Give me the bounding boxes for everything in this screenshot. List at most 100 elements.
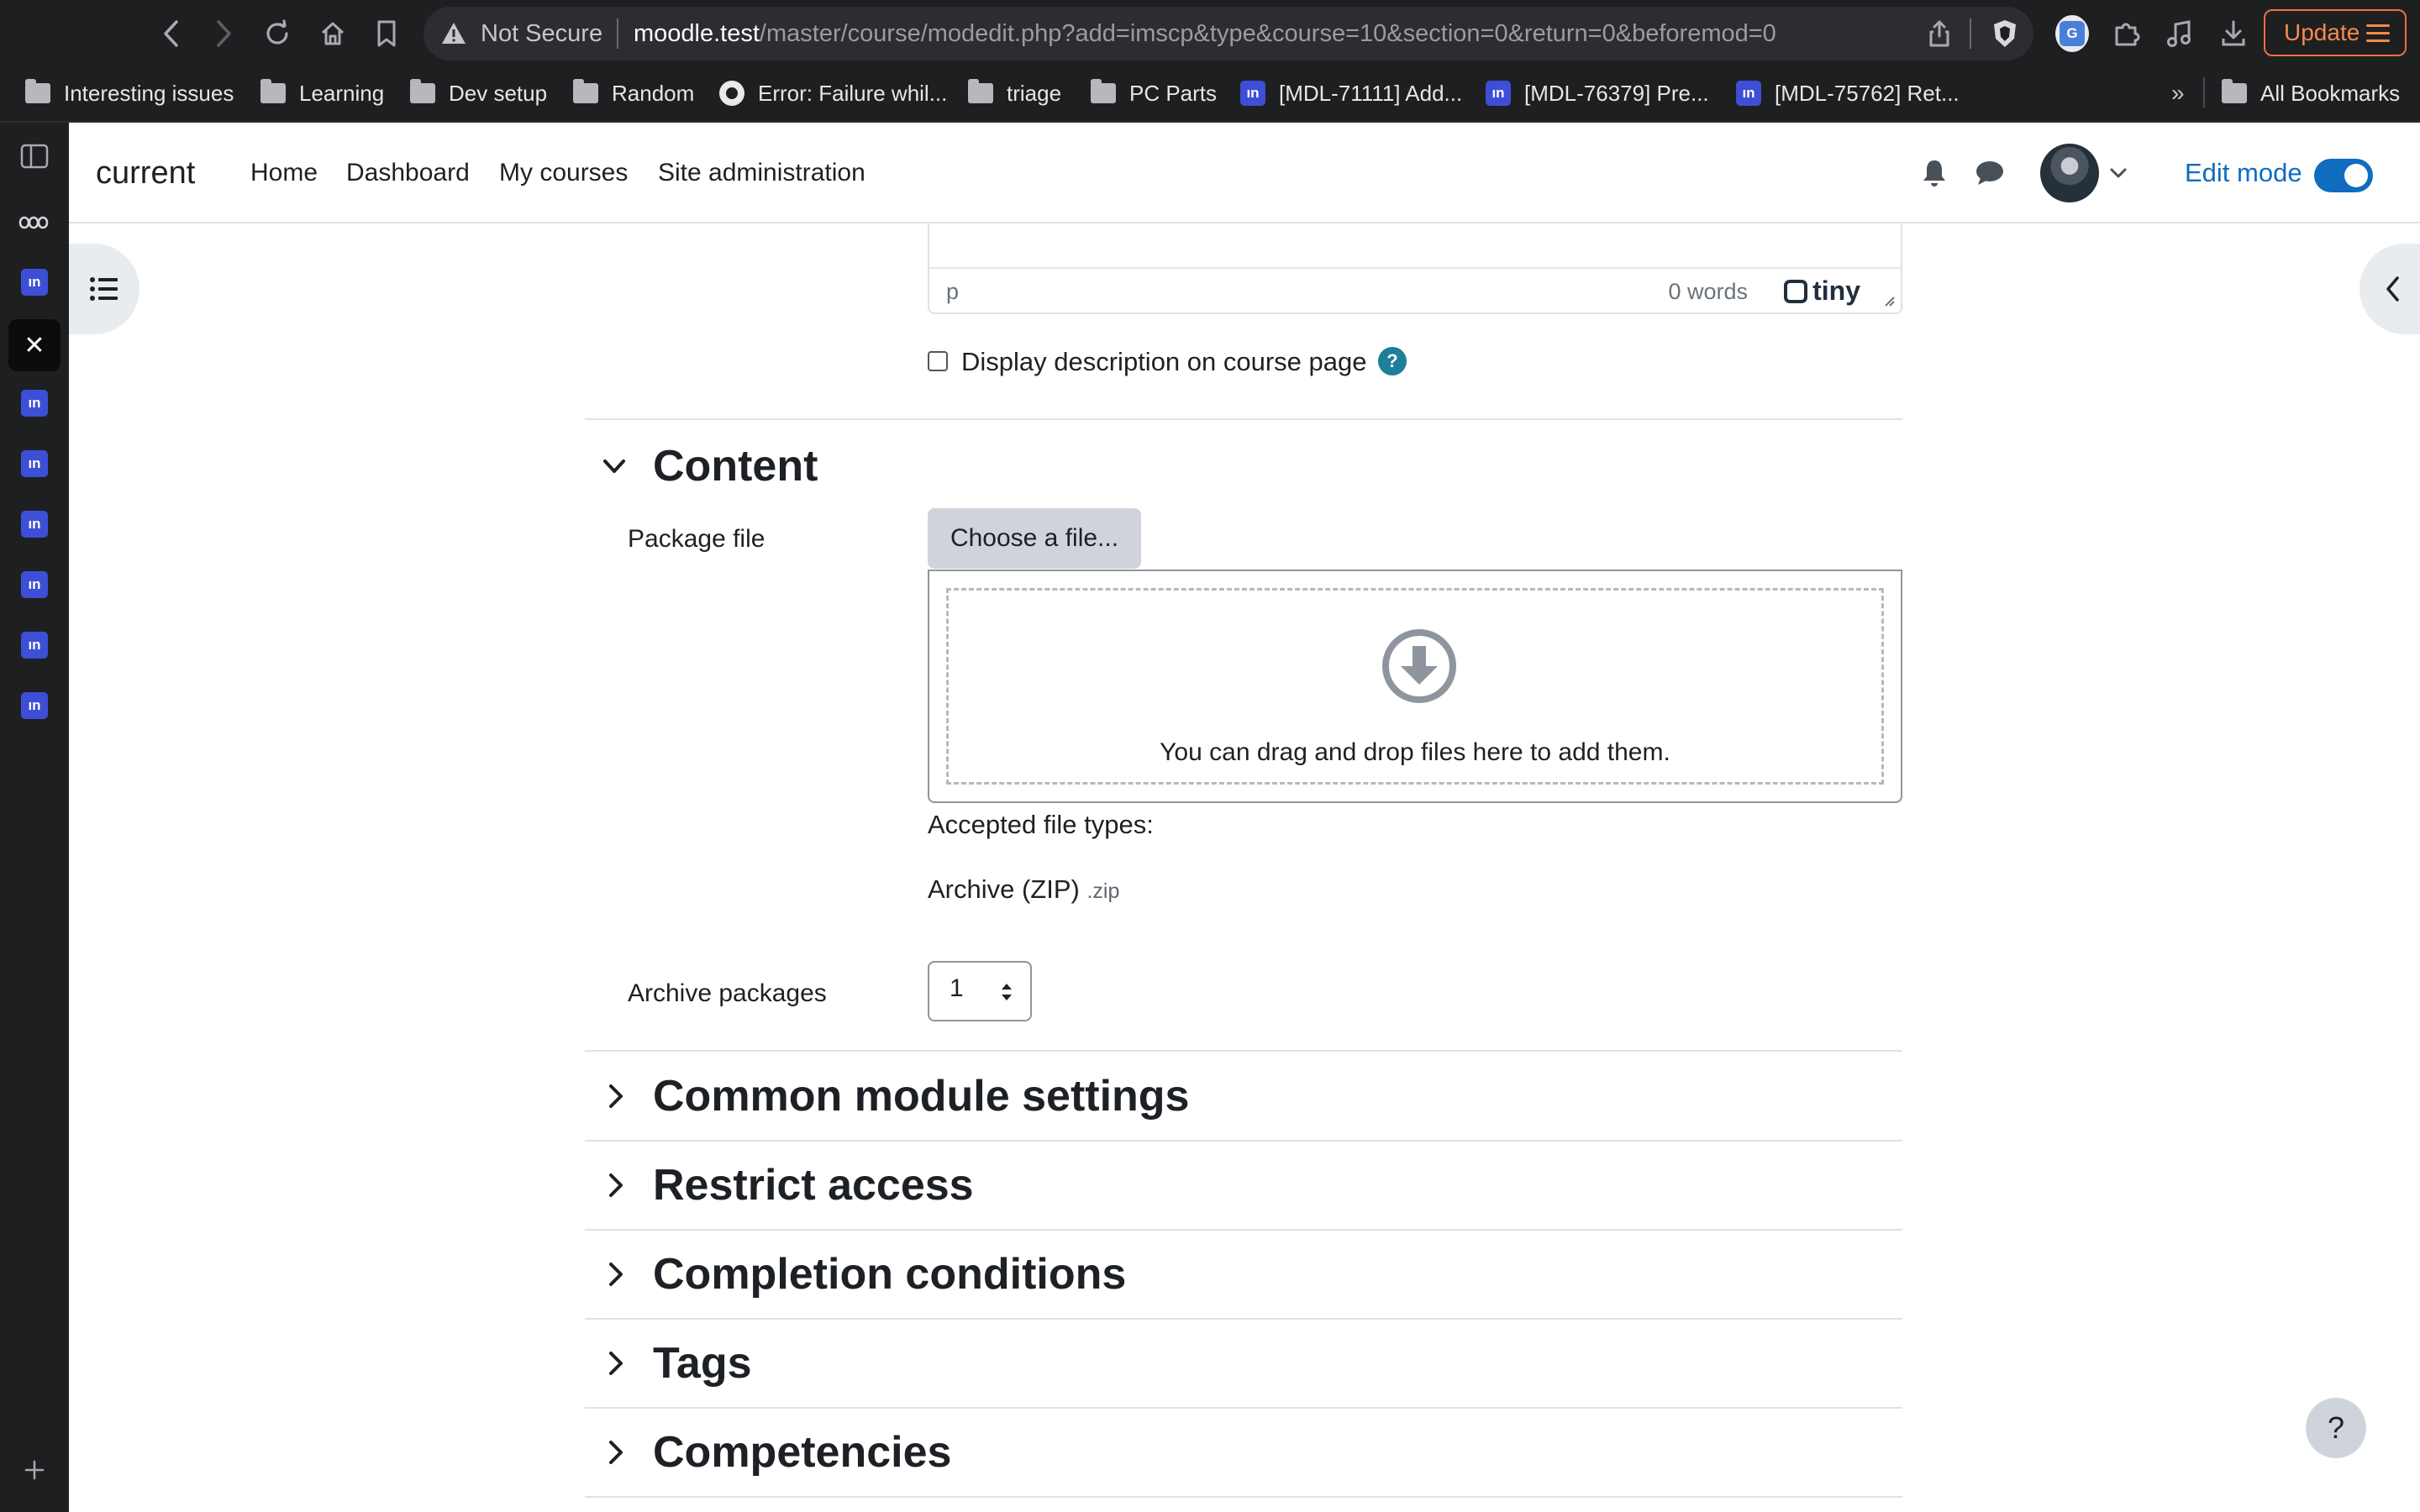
add-icon[interactable] (18, 1453, 51, 1487)
bookmark-label: Learning (299, 80, 385, 106)
bookmarks-divider (2203, 77, 2205, 108)
home-icon[interactable] (314, 15, 351, 52)
section-title-common-module-settings[interactable]: Common module settings (653, 1070, 1189, 1122)
bookmark-item[interactable]: Dev setup (410, 76, 547, 111)
all-bookmarks[interactable]: All Bookmarks (2222, 76, 2400, 111)
help-icon[interactable]: ? (1378, 347, 1407, 375)
file-dropzone[interactable]: You can drag and drop files here to add … (928, 570, 1902, 803)
nav-home[interactable]: Home (250, 156, 318, 190)
editor-element-path[interactable]: p (946, 279, 959, 305)
download-icon[interactable] (2217, 17, 2250, 50)
nav-my-courses[interactable]: My courses (499, 156, 628, 190)
accepted-type-extension: .zip (1086, 879, 1120, 903)
close-icon[interactable]: ✕ (8, 319, 60, 371)
forward-icon[interactable] (205, 15, 242, 52)
package-file-label: Package file (628, 525, 765, 553)
bookmark-item[interactable]: PC Parts (1091, 76, 1217, 111)
abc-news-icon[interactable] (18, 206, 51, 239)
brave-shield-icon[interactable] (1988, 17, 2022, 50)
not-secure-label[interactable]: Not Secure (481, 17, 602, 50)
chevron-right-icon[interactable] (602, 1171, 630, 1200)
choose-file-button[interactable]: Choose a file... (928, 508, 1141, 569)
block-drawer-toggle[interactable] (2360, 244, 2420, 334)
editor-word-count[interactable]: 0 words (1668, 279, 1748, 305)
bookmarks-overflow[interactable]: » (2171, 76, 2185, 111)
chevron-right-icon[interactable] (602, 1082, 630, 1110)
show-description-checkbox[interactable] (928, 351, 948, 371)
user-menu-chevron-down-icon[interactable] (2109, 166, 2128, 180)
moodle-icon[interactable]: ın (18, 689, 51, 722)
section-title-completion-conditions[interactable]: Completion conditions (653, 1248, 1126, 1300)
archive-select-value: 1 (950, 974, 964, 1002)
archive-packages-label: Archive packages (628, 979, 827, 1007)
messages-chat-icon[interactable] (1975, 160, 2008, 193)
nav-site-administration[interactable]: Site administration (658, 156, 865, 190)
moodle-icon[interactable]: ın (18, 507, 51, 541)
moodle-icon: ın (1240, 81, 1265, 106)
moodle-icon[interactable]: ın (18, 568, 51, 601)
toggle-knob (2344, 164, 2368, 187)
bookmark-item[interactable]: ın [MDL-75762] Ret... (1736, 76, 1960, 111)
bookmark-item[interactable]: Error: Failure whil... (719, 76, 947, 111)
extensions-icon[interactable] (2109, 17, 2143, 50)
translate-extension-icon[interactable]: G (2055, 15, 2089, 52)
select-arrows-icon (1002, 984, 1012, 1000)
tiny-brand: tiny (1812, 276, 1860, 306)
warning-icon[interactable] (439, 18, 469, 49)
site-name[interactable]: current (96, 151, 195, 195)
update-button[interactable]: Update (2264, 9, 2407, 56)
moodle-icon[interactable]: ın (18, 447, 51, 480)
bookmark-icon[interactable] (368, 15, 405, 52)
chevron-right-icon[interactable] (602, 1260, 630, 1289)
accepted-file-type: Archive (ZIP) .zip (928, 873, 1119, 908)
moodle-icon[interactable]: ın (18, 265, 51, 299)
bookmark-item[interactable]: Random (573, 76, 694, 111)
url-divider (617, 18, 618, 49)
moodle-icon[interactable]: ın (18, 628, 51, 662)
nav-dashboard[interactable]: Dashboard (346, 156, 470, 190)
bookmark-item[interactable]: ın [MDL-76379] Pre... (1486, 76, 1709, 111)
help-button[interactable]: ? (2306, 1398, 2366, 1458)
moodle-icon[interactable]: ın (18, 386, 51, 420)
show-description-label[interactable]: Display description on course page (961, 345, 1367, 379)
moodle-icon: ın (1736, 81, 1761, 106)
bookmark-label: Random (612, 80, 695, 106)
chevron-down-icon[interactable] (600, 452, 629, 480)
bookmark-label: PC Parts (1129, 80, 1218, 106)
tiny-logo[interactable]: tiny (1784, 276, 1860, 307)
resize-handle-icon[interactable] (1881, 292, 1896, 307)
menu-icon (2366, 24, 2390, 43)
folder-icon (260, 79, 286, 103)
folder-icon (573, 79, 598, 103)
bookmark-item[interactable]: ın [MDL-71111] Add... (1240, 76, 1462, 111)
section-title-content[interactable]: Content (653, 440, 818, 492)
folder-icon (2222, 79, 2247, 103)
url-text[interactable]: moodle.test/master/course/modedit.php?ad… (634, 17, 1776, 50)
tiny-logo-icon (1784, 279, 1808, 303)
bookmark-item[interactable]: Interesting issues (25, 76, 234, 111)
dropzone-text: You can drag and drop files here to add … (1160, 738, 1670, 766)
user-avatar[interactable] (2040, 144, 2099, 202)
bookmark-item[interactable]: triage (968, 76, 1061, 111)
music-icon[interactable] (2163, 17, 2196, 50)
bookmark-label: Dev setup (449, 80, 548, 106)
reload-icon[interactable] (259, 15, 296, 52)
bookmark-label: [MDL-75762] Ret... (1775, 80, 1960, 106)
back-icon[interactable] (153, 15, 190, 52)
chevron-right-icon[interactable] (602, 1349, 630, 1378)
archive-packages-select[interactable]: 1 (928, 961, 1032, 1021)
bookmark-item[interactable]: Learning (260, 76, 384, 111)
chevron-left-icon (2386, 276, 2399, 302)
chevron-right-icon[interactable] (602, 1438, 630, 1467)
section-divider (585, 1050, 1902, 1052)
edit-mode-toggle[interactable] (2314, 159, 2373, 192)
folder-icon (1091, 79, 1116, 103)
section-title-restrict-access[interactable]: Restrict access (653, 1159, 974, 1211)
description-editor[interactable]: p 0 words tiny (928, 223, 1902, 314)
share-icon[interactable] (1923, 17, 1956, 50)
section-title-competencies[interactable]: Competencies (653, 1426, 951, 1478)
section-title-tags[interactable]: Tags (653, 1337, 752, 1389)
sidebar-toggle-icon[interactable] (18, 139, 51, 173)
course-index-toggle[interactable] (69, 244, 139, 334)
notifications-bell-icon[interactable] (1921, 158, 1954, 192)
